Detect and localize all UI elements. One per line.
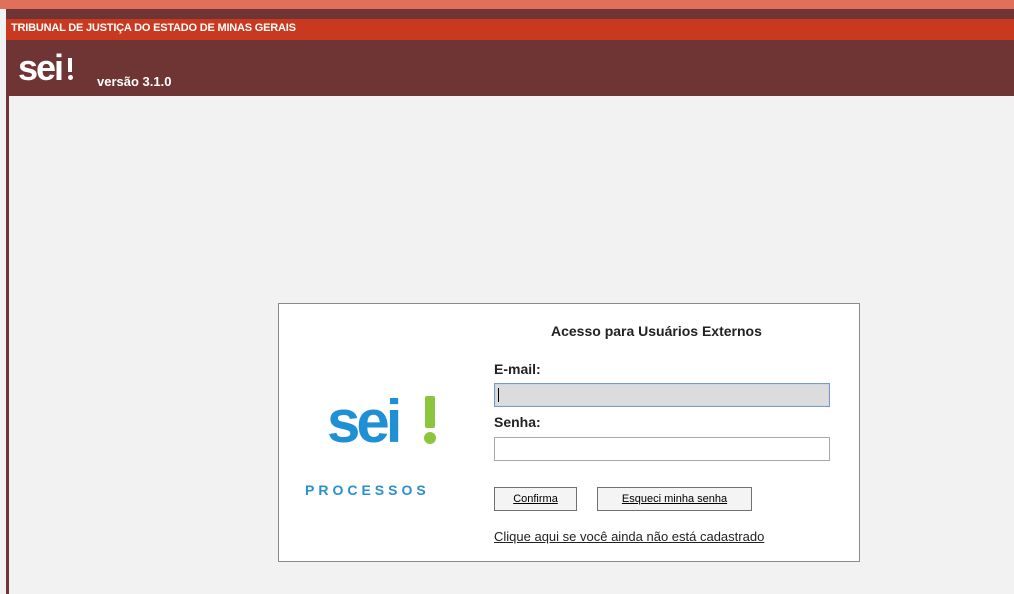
logo-subtitle: PROCESSOS <box>305 482 430 498</box>
text-caret <box>498 388 499 402</box>
sei-logo-text: sei <box>327 388 402 455</box>
sei-logo-exclamation-dot <box>68 75 73 80</box>
confirm-button-label: Confirma <box>513 493 558 505</box>
email-field[interactable] <box>494 383 830 407</box>
organization-bar: TRIBUNAL DE JUSTIÇA DO ESTADO DE MINAS G… <box>6 19 1014 40</box>
email-label: E-mail: <box>494 361 541 377</box>
sei-logo-exclamation <box>68 58 72 72</box>
login-title: Acesso para Usuários Externos <box>551 323 762 339</box>
sei-logo-exclamation-dot <box>424 432 436 444</box>
confirm-button[interactable]: Confirma <box>494 487 577 511</box>
left-border <box>6 96 9 594</box>
sei-processos-logo: sei <box>327 392 457 452</box>
forgot-password-label: Esqueci minha senha <box>621 493 728 505</box>
sei-logo: sei <box>18 47 64 88</box>
password-field[interactable] <box>494 437 830 461</box>
header-banner: TRIBUNAL DE JUSTIÇA DO ESTADO DE MINAS G… <box>6 9 1014 96</box>
sei-logo-exclamation-bar <box>425 396 435 428</box>
forgot-password-button[interactable]: Esqueci minha senha <box>597 487 752 511</box>
version-label: versão 3.1.0 <box>97 74 172 89</box>
login-panel: sei PROCESSOS Acesso para Usuários Exter… <box>278 303 860 562</box>
top-accent-strip <box>0 0 1014 9</box>
password-label: Senha: <box>494 414 541 430</box>
organization-name: TRIBUNAL DE JUSTIÇA DO ESTADO DE MINAS G… <box>11 22 296 34</box>
register-link[interactable]: Clique aqui se você ainda não está cadas… <box>494 529 764 544</box>
